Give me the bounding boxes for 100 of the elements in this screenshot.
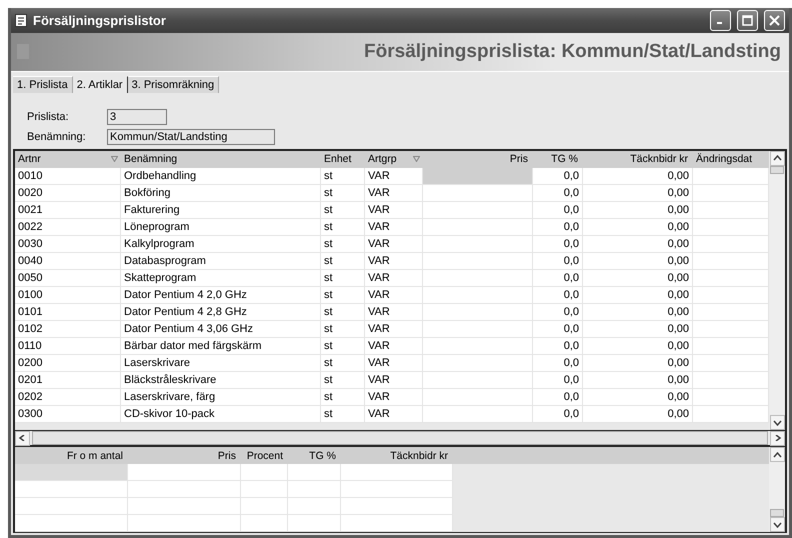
table-cell — [241, 498, 288, 515]
table-cell: VAR — [365, 286, 423, 304]
table-cell: Bokföring — [121, 184, 321, 202]
table-cell: 0040 — [15, 252, 121, 270]
column-header[interactable]: Fr o m antal — [15, 447, 128, 464]
table-cell: Skatteprogram — [121, 270, 321, 287]
column-header[interactable]: Benämning — [121, 150, 321, 168]
table-cell: 0,00 — [583, 320, 693, 338]
table-cell: st — [321, 202, 365, 219]
table-cell: VAR — [365, 252, 423, 270]
table-cell: Laserskrivare, färg — [121, 388, 321, 406]
table-cell: CD-skivor 10-pack — [121, 406, 321, 423]
table-cell: VAR — [365, 168, 423, 185]
scroll-up-button[interactable] — [770, 150, 784, 166]
table-cell: 0,0 — [533, 406, 583, 423]
table-cell: 0101 — [15, 304, 121, 321]
scrollbar[interactable] — [769, 150, 785, 430]
table-cell: 0021 — [15, 202, 121, 219]
table-cell: 0,00 — [583, 218, 693, 236]
table-cell — [288, 464, 341, 481]
scroll-down-button[interactable] — [770, 517, 784, 532]
table-cell: 0,0 — [533, 304, 583, 321]
table-cell: 0,0 — [533, 388, 583, 406]
table-cell: VAR — [365, 388, 423, 406]
table-cell: 0,00 — [583, 304, 693, 321]
table-cell: VAR — [365, 236, 423, 253]
table-cell: 0,00 — [583, 202, 693, 219]
table-cell: 0,00 — [583, 338, 693, 355]
table-cell: 0,00 — [583, 388, 693, 406]
table-cell — [288, 498, 341, 515]
table-cell: st — [321, 372, 365, 389]
column-header[interactable]: Pris — [128, 447, 241, 464]
sort-icon — [413, 156, 420, 162]
page-title: Försäljningsprislista: Kommun/Stat/Landsting — [364, 40, 781, 63]
column-header[interactable]: Procent — [241, 447, 288, 464]
table-cell: 0,0 — [533, 252, 583, 270]
table-cell: Dator Pentium 4 2,0 GHz — [121, 286, 321, 304]
table-cell: 0,00 — [583, 372, 693, 389]
table-cell: 0010 — [15, 168, 121, 185]
scrollbar[interactable] — [769, 447, 785, 532]
input-field[interactable]: Kommun/Stat/Landsting — [107, 128, 275, 145]
table-cell: 0,0 — [533, 270, 583, 287]
scrollbar[interactable] — [13, 431, 787, 447]
minimize-button[interactable] — [710, 10, 731, 32]
tab[interactable]: 3. Prisomräkning — [128, 76, 220, 93]
table-cell: st — [321, 304, 365, 321]
column-header[interactable]: Enhet — [321, 150, 365, 168]
table-cell: 0100 — [15, 286, 121, 304]
table-cell: 0,00 — [583, 252, 693, 270]
table-cell: 0,0 — [533, 168, 583, 185]
table-cell: VAR — [365, 270, 423, 287]
table-cell: Dator Pentium 4 2,8 GHz — [121, 304, 321, 321]
table-cell: 0,00 — [583, 236, 693, 253]
table-cell: 0200 — [15, 354, 121, 372]
column-header[interactable]: Artgrp — [365, 150, 423, 168]
table-cell: st — [321, 338, 365, 355]
table-cell: 0202 — [15, 388, 121, 406]
table-cell: st — [321, 184, 365, 202]
scroll-up-button[interactable] — [770, 447, 784, 462]
column-header[interactable]: Täcknbidr kr — [341, 447, 453, 464]
column-header[interactable]: Artnr — [15, 150, 121, 168]
table-cell: 0,0 — [533, 184, 583, 202]
column-header[interactable]: TG % — [288, 447, 341, 464]
close-button[interactable] — [764, 10, 785, 32]
field-label: Prislista: — [27, 110, 70, 123]
table-cell: 0,0 — [533, 320, 583, 338]
scroll-left-button[interactable] — [15, 430, 30, 446]
table-cell: 0,00 — [583, 286, 693, 304]
scroll-right-button[interactable] — [770, 430, 785, 446]
table-cell: 0030 — [15, 236, 121, 253]
table-cell: VAR — [365, 218, 423, 236]
table-cell: 0,00 — [583, 270, 693, 287]
column-header[interactable]: Ändringsdat — [693, 150, 769, 168]
scroll-thumb[interactable] — [770, 509, 784, 517]
table-cell: Dator Pentium 4 3,06 GHz — [121, 320, 321, 338]
table-cell: 0,0 — [533, 354, 583, 372]
column-header[interactable]: Täcknbidr kr — [583, 150, 693, 168]
sort-icon — [111, 156, 118, 162]
table-cell: 0,0 — [533, 372, 583, 389]
table-cell: 0102 — [15, 320, 121, 338]
close-icon — [769, 15, 780, 26]
scroll-thumb[interactable] — [32, 431, 768, 445]
table-cell: 0,0 — [533, 338, 583, 355]
table-cell: Fakturering — [121, 202, 321, 219]
table-cell — [288, 481, 341, 498]
table-cell — [241, 464, 288, 481]
tab[interactable]: 1. Prislista — [13, 76, 73, 93]
table-cell: st — [321, 354, 365, 372]
table-cell: Bläckstråleskrivare — [121, 372, 321, 389]
maximize-button[interactable] — [737, 10, 758, 32]
table-cell: 0,0 — [533, 236, 583, 253]
input-field[interactable]: 3 — [107, 108, 167, 125]
scroll-down-button[interactable] — [770, 415, 784, 430]
table-cell: st — [321, 388, 365, 406]
table-cell: Kalkylprogram — [121, 236, 321, 253]
table-cell: Bärbar dator med färgskärm — [121, 338, 321, 355]
column-header[interactable]: Pris — [423, 150, 533, 168]
field-label: Benämning: — [27, 130, 87, 143]
table-cell: st — [321, 168, 365, 185]
column-header[interactable]: TG % — [533, 150, 583, 168]
